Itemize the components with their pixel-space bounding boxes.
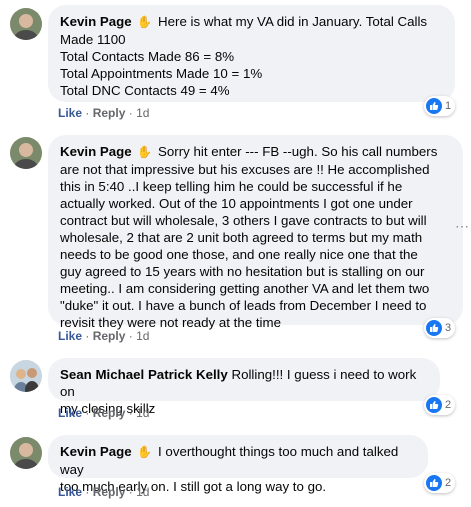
reaction-count[interactable]: 1 bbox=[424, 96, 456, 116]
timestamp[interactable]: 1d bbox=[136, 106, 149, 120]
separator: · bbox=[128, 329, 133, 343]
separator: · bbox=[85, 485, 90, 499]
commenter-name[interactable]: Kevin Page bbox=[60, 144, 132, 159]
avatar[interactable] bbox=[10, 437, 42, 469]
comment-line: Made 1100 bbox=[60, 32, 126, 47]
comment-actions: Like · Reply · 1d bbox=[58, 329, 149, 343]
comment-line: "duke" it out. I have a bunch of leads f… bbox=[60, 298, 427, 313]
more-options-icon[interactable]: ⋯ bbox=[455, 218, 469, 235]
comment-line: needs to be good one those, and one real… bbox=[60, 247, 418, 262]
reaction-count[interactable]: 2 bbox=[424, 395, 456, 415]
separator: · bbox=[85, 329, 90, 343]
thumbs-up-icon bbox=[426, 98, 442, 114]
thumbs-up-icon bbox=[426, 475, 442, 491]
reaction-number: 2 bbox=[445, 399, 452, 411]
comment-actions: Like · Reply · 1d bbox=[58, 406, 149, 420]
comment-line: Here is what my VA did in January. Total… bbox=[158, 14, 428, 29]
like-link[interactable]: Like bbox=[58, 485, 82, 499]
comment-line: revisit they were not ready at the time bbox=[60, 315, 281, 330]
thumbs-up-icon bbox=[426, 397, 442, 413]
timestamp[interactable]: 1d bbox=[136, 406, 149, 420]
comment-line: contract but will wholesale, 3 others I … bbox=[60, 213, 427, 228]
comment-bubble: Kevin Page ✋ Sorry hit enter --- FB --ug… bbox=[48, 135, 463, 330]
comment-line: Total DNC Contacts 49 = 4% bbox=[60, 83, 230, 98]
comment-line: Total Appointments Made 10 = 1% bbox=[60, 66, 263, 81]
commenter-name[interactable]: Kevin Page bbox=[60, 14, 132, 29]
reaction-count[interactable]: 2 bbox=[424, 473, 456, 493]
comment-line: are not that impressive but his excuses … bbox=[60, 162, 430, 177]
comment-actions: Like · Reply · 1d bbox=[58, 106, 149, 120]
avatar[interactable] bbox=[10, 137, 42, 169]
timestamp[interactable]: 1d bbox=[136, 329, 149, 343]
separator: · bbox=[128, 485, 133, 499]
reply-link[interactable]: Reply bbox=[93, 106, 126, 120]
comment-line: meeting.. I am considering getting anoth… bbox=[60, 281, 430, 296]
reply-link[interactable]: Reply bbox=[93, 406, 126, 420]
comment-bubble: Sean Michael Patrick Kelly Rolling!!! I … bbox=[48, 358, 440, 416]
avatar[interactable] bbox=[10, 8, 42, 40]
separator: · bbox=[128, 406, 133, 420]
thumbs-up-icon bbox=[426, 320, 442, 336]
waving-hand-icon: ✋ bbox=[137, 145, 153, 159]
comment-line: guy agreed to 15 years with no hesitatio… bbox=[60, 264, 425, 279]
reaction-number: 1 bbox=[445, 100, 452, 112]
avatar[interactable] bbox=[10, 360, 42, 392]
reply-link[interactable]: Reply bbox=[93, 485, 126, 499]
commenter-name[interactable]: Sean Michael Patrick Kelly bbox=[60, 367, 228, 382]
separator: · bbox=[85, 406, 90, 420]
waving-hand-icon: ✋ bbox=[137, 445, 153, 459]
comment-bubble: Kevin Page ✋ Here is what my VA did in J… bbox=[48, 5, 455, 102]
comment-line: wholesale, 2 that are 2 unit both agreed… bbox=[60, 230, 423, 245]
separator: · bbox=[85, 106, 90, 120]
timestamp[interactable]: 1d bbox=[136, 485, 149, 499]
waving-hand-icon: ✋ bbox=[137, 15, 153, 29]
commenter-name[interactable]: Kevin Page bbox=[60, 444, 132, 459]
reaction-count[interactable]: 3 bbox=[424, 318, 456, 338]
separator: · bbox=[128, 106, 133, 120]
reaction-number: 2 bbox=[445, 477, 452, 489]
comment-line: Total Contacts Made 86 = 8% bbox=[60, 49, 235, 64]
comment-actions: Like · Reply · 1d bbox=[58, 485, 149, 499]
comment-bubble: Kevin Page ✋ I overthought things too mu… bbox=[48, 435, 428, 494]
comment-line: Sorry hit enter --- FB --ugh. So his cal… bbox=[158, 144, 438, 159]
reaction-number: 3 bbox=[445, 322, 452, 334]
comment-line: actually worked. Out of the 10 appointme… bbox=[60, 196, 413, 211]
like-link[interactable]: Like bbox=[58, 406, 82, 420]
comment-line: this in 5:40 ..I keep telling him he cou… bbox=[60, 179, 403, 194]
like-link[interactable]: Like bbox=[58, 106, 82, 120]
like-link[interactable]: Like bbox=[58, 329, 82, 343]
reply-link[interactable]: Reply bbox=[93, 329, 126, 343]
